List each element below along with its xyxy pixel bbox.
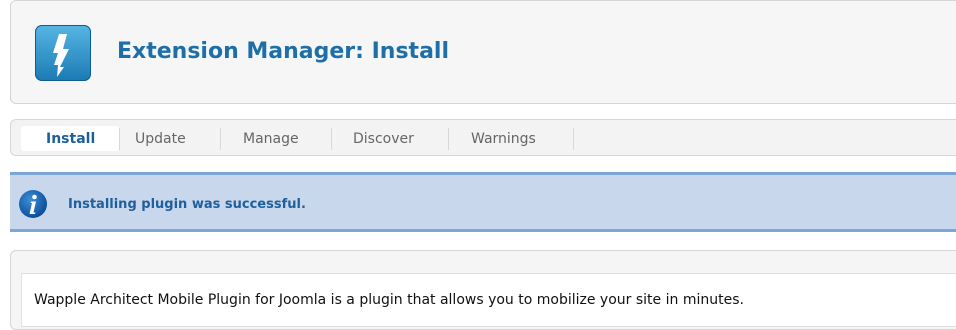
success-message-text: Installing plugin was successful. [68, 197, 306, 212]
tab-separator [220, 128, 221, 150]
tab-install[interactable]: Install [46, 131, 95, 147]
tab-discover[interactable]: Discover [353, 131, 414, 147]
content-panel: Wapple Architect Mobile Plugin for Jooml… [10, 250, 956, 330]
tab-separator [119, 128, 120, 150]
tab-separator [573, 128, 574, 150]
tab-update[interactable]: Update [135, 131, 186, 147]
tab-manage[interactable]: Manage [243, 131, 299, 147]
tab-warnings[interactable]: Warnings [471, 131, 536, 147]
extension-lightning-icon [35, 25, 91, 81]
info-icon [18, 189, 48, 223]
header-panel: Extension Manager: Install [10, 0, 956, 104]
tab-separator [448, 128, 449, 150]
tab-bar: Install Update Manage Discover Warnings [10, 119, 956, 156]
page-title: Extension Manager: Install [117, 39, 449, 64]
success-message-bar: Installing plugin was successful. [10, 172, 956, 232]
plugin-description: Wapple Architect Mobile Plugin for Jooml… [34, 292, 744, 308]
tab-separator [331, 128, 332, 150]
description-box: Wapple Architect Mobile Plugin for Jooml… [21, 273, 956, 327]
